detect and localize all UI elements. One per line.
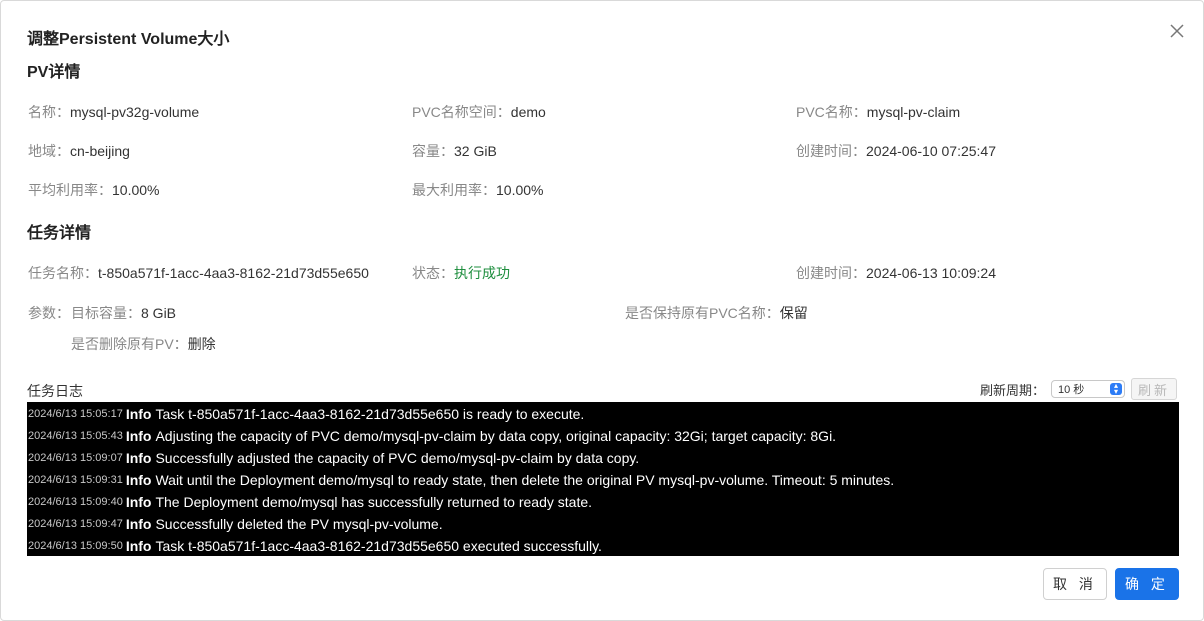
delete-pv-label: 是否删除原有PV： [71,336,188,352]
task-status-value: 执行成功 [454,265,510,281]
log-message: Successfully adjusted the capacity of PV… [155,450,640,466]
capacity-field: 容量：32 GiB [412,141,497,161]
pvc-name-label: PVC名称： [796,104,867,120]
cancel-button[interactable]: 取 消 [1043,568,1107,600]
task-created-field: 创建时间：2024-06-13 10:09:24 [796,263,996,283]
refresh-button[interactable]: 刷新 [1131,378,1177,400]
log-message: The Deployment demo/mysql has successful… [155,494,593,510]
log-level: Info [125,516,152,532]
pv-section-title: PV详情 [27,64,81,81]
pv-name-label: 名称： [28,104,70,120]
dialog-title: 调整Persistent Volume大小 [27,31,230,48]
pv-name-field: 名称：mysql-pv32g-volume [28,102,199,122]
pvc-namespace-value: demo [510,104,546,120]
log-line: 2024/6/13 15:05:43 Info Adjusting the capa… [27,425,1179,447]
log-timestamp: 2024/6/13 15:05:43 [28,430,123,442]
capacity-label: 容量： [412,143,454,159]
log-timestamp: 2024/6/13 15:09:31 [28,474,123,486]
log-level: Info [125,428,152,444]
delete-pv-value: 删除 [187,336,216,352]
delete-pv-field: 是否删除原有PV：删除 [71,334,216,354]
pv-name-value: mysql-pv32g-volume [70,104,200,120]
keep-pvc-name-field: 是否保持原有PVC名称：保留 [625,303,808,323]
pvc-name-field: PVC名称：mysql-pv-claim [796,102,960,122]
pvc-name-value: mysql-pv-claim [866,104,961,120]
ok-button[interactable]: 确 定 [1115,568,1179,600]
task-name-value: t-850a571f-1acc-4aa3-8162-21d73d55e650 [98,265,369,281]
max-util-value: 10.00% [496,182,544,198]
task-name-label: 任务名称： [28,265,98,281]
log-level: Info [125,472,152,488]
refresh-period-select[interactable]: 10 秒 ▴ ▾ [1051,380,1125,398]
refresh-period-label: 刷新周期： [979,382,1045,398]
select-arrows-icon: ▴ ▾ [1110,382,1122,396]
log-timestamp: 2024/6/13 15:09:40 [28,496,123,508]
avg-util-field: 平均利用率：10.00% [28,180,159,200]
capacity-value: 32 GiB [454,143,497,159]
target-capacity-field: 目标容量：8 GiB [71,303,176,323]
resize-pv-dialog: 调整Persistent Volume大小 PV详情 名称：mysql-pv32… [0,0,1204,621]
task-log-title: 任务日志 [27,383,83,399]
log-line: 2024/6/13 15:09:47 Info Successfully delet… [27,513,1179,535]
task-created-value: 2024-06-13 10:09:24 [866,265,996,281]
avg-util-value: 10.00% [112,182,160,198]
target-capacity-value: 8 GiB [141,305,177,321]
pv-created-label: 创建时间： [796,143,866,159]
log-level: Info [125,494,152,510]
log-message: Wait until the Deployment demo/mysql to … [155,472,895,488]
pv-created-value: 2024-06-10 07:25:47 [866,143,996,159]
log-line: 2024/6/13 15:09:31 Info Wait until the Dep… [27,469,1179,491]
log-level: Info [125,450,152,466]
close-icon[interactable] [1167,21,1187,41]
log-level: Info [125,538,152,554]
log-timestamp: 2024/6/13 15:09:07 [28,452,123,464]
task-status-field: 状态：执行成功 [412,263,510,283]
task-section-title: 任务详情 [27,225,92,242]
params-label-text: 参数： [28,305,70,321]
keep-pvc-name-value: 保留 [779,305,808,321]
pv-created-field: 创建时间：2024-06-10 07:25:47 [796,141,996,161]
params-label: 参数： [28,303,70,323]
task-log-console[interactable]: 2024/6/13 15:05:17 Info Task t-850a571f-1a… [27,402,1179,556]
task-name-field: 任务名称：t-850a571f-1acc-4aa3-8162-21d73d55e… [28,263,369,283]
task-status-label: 状态： [412,265,454,281]
region-field: 地域：cn-beijing [28,141,130,161]
log-message: Task t-850a571f-1acc-4aa3-8162-21d73d55e… [155,538,602,554]
task-created-label: 创建时间： [796,265,866,281]
log-level: Info [125,406,152,422]
max-util-label: 最大利用率： [412,182,496,198]
log-line: 2024/6/13 15:09:50 Info Task t-850a571f-1a… [27,535,1179,557]
target-capacity-label: 目标容量： [71,305,141,321]
log-line: 2024/6/13 15:09:40 Info The Deployment dem… [27,491,1179,513]
log-timestamp: 2024/6/13 15:09:47 [28,518,123,530]
max-util-field: 最大利用率：10.00% [412,180,543,200]
log-timestamp: 2024/6/13 15:09:50 [28,540,123,552]
log-message: Task t-850a571f-1acc-4aa3-8162-21d73d55e… [155,406,585,422]
log-timestamp: 2024/6/13 15:05:17 [28,408,123,420]
pvc-namespace-field: PVC名称空间：demo [412,102,546,122]
keep-pvc-name-label: 是否保持原有PVC名称： [625,305,780,321]
log-message: Adjusting the capacity of PVC demo/mysql… [155,428,837,444]
region-label: 地域： [28,143,70,159]
log-line: 2024/6/13 15:05:17 Info Task t-850a571f-1a… [27,403,1179,425]
avg-util-label: 平均利用率： [28,182,112,198]
refresh-controls: 刷新周期： 10 秒 ▴ ▾ 刷新 [980,378,1177,400]
pvc-namespace-label: PVC名称空间： [412,104,511,120]
log-message: Successfully deleted the PV mysql-pv-vol… [155,516,443,532]
log-line: 2024/6/13 15:09:07 Info Successfully adjus… [27,447,1179,469]
region-value: cn-beijing [70,143,130,159]
refresh-period-value: 10 秒 [1058,384,1085,396]
